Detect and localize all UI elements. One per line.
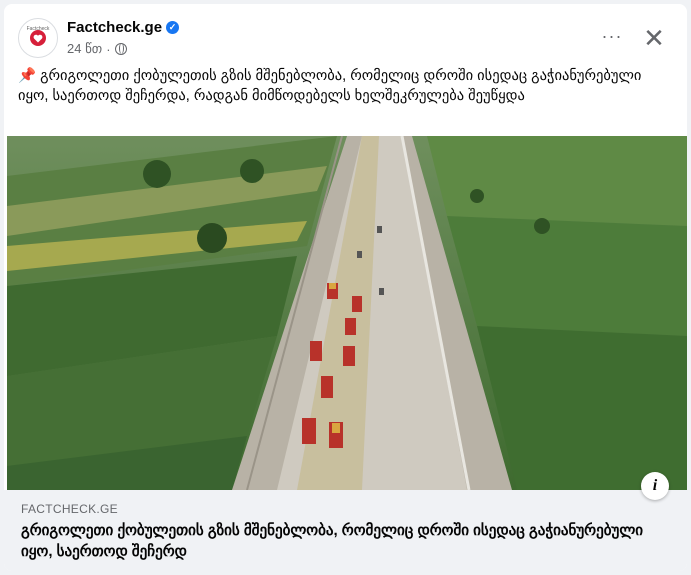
- close-button[interactable]: ✕: [639, 24, 669, 54]
- link-title[interactable]: გრიგოლეთი ქობულეთის გზის მშენებლობა, რომ…: [21, 520, 671, 562]
- post-body: გრიგოლეთი ქობულეთის გზის მშენებლობა, რომ…: [18, 68, 642, 104]
- heart-logo-icon: [30, 30, 46, 46]
- globe-icon[interactable]: [114, 43, 127, 55]
- page-name-link[interactable]: Factcheck.ge ✓: [67, 19, 180, 36]
- info-icon[interactable]: i: [641, 472, 669, 500]
- aerial-road-photo: [7, 136, 687, 490]
- post-time[interactable]: 24 წთ: [67, 41, 102, 57]
- post-meta: 24 წთ ·: [67, 41, 127, 57]
- link-preview[interactable]: i FACTCHECK.GE გრიგოლეთი ქობულეთის გზის …: [4, 472, 687, 571]
- page-avatar[interactable]: Factcheck: [18, 18, 58, 58]
- link-domain: FACTCHECK.GE: [21, 502, 118, 516]
- post-photo[interactable]: [7, 136, 687, 490]
- page-name[interactable]: Factcheck.ge: [67, 19, 162, 36]
- post-header: Factcheck Factcheck.ge ✓ 24 წთ · ··· ✕: [18, 18, 673, 62]
- pushpin-icon: 📌: [18, 68, 37, 84]
- verified-badge-icon: ✓: [166, 21, 180, 34]
- post-card: Factcheck Factcheck.ge ✓ 24 წთ · ··· ✕ 📌…: [4, 4, 687, 571]
- post-text: 📌 გრიგოლეთი ქობულეთის გზის მშენებლობა, რ…: [18, 66, 669, 106]
- more-options-button[interactable]: ···: [597, 24, 627, 54]
- avatar-label: Factcheck: [26, 26, 50, 32]
- meta-separator: ·: [106, 41, 111, 57]
